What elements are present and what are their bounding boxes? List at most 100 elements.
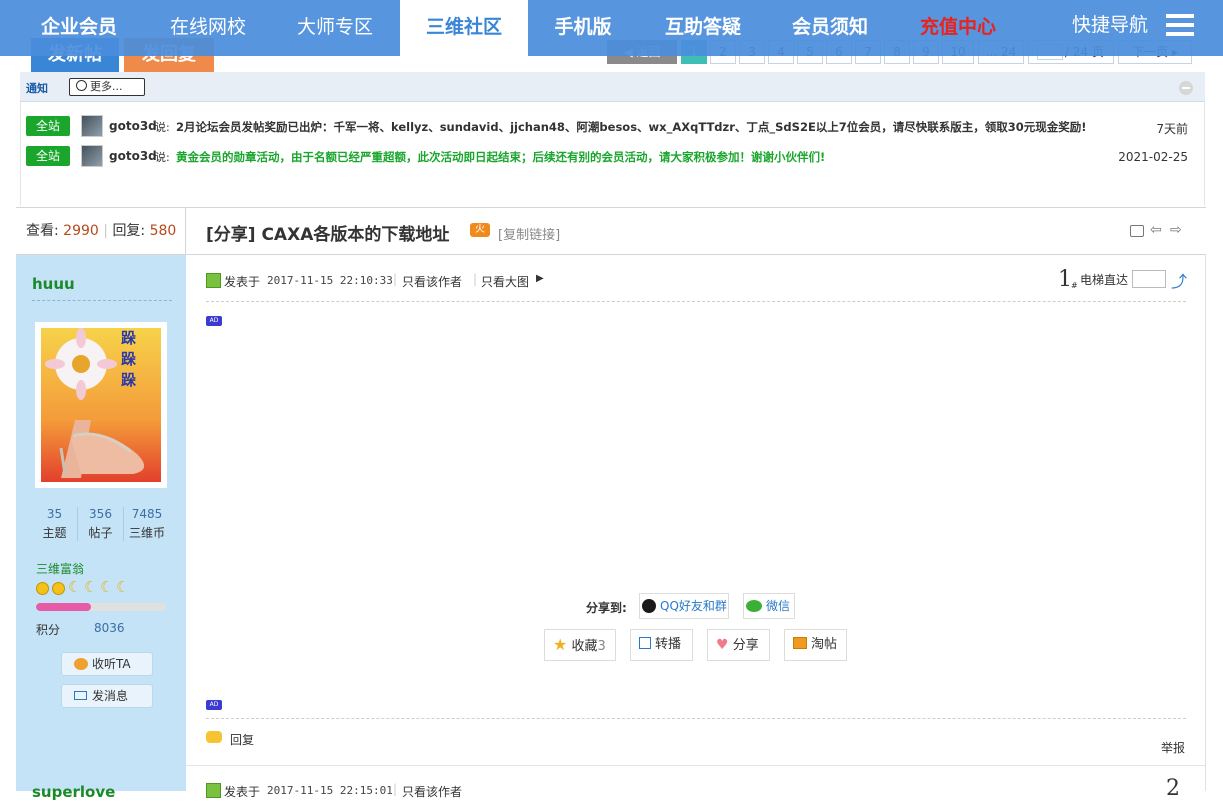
- notice-item: 全站 goto3d 说: 2月论坛会员发帖奖励已出炉：千军一将、kellyz、s…: [21, 114, 1204, 138]
- jump-label: 电梯直达: [1080, 273, 1129, 287]
- stat-threads[interactable]: 35 主题: [32, 507, 78, 541]
- thread-header: 查看: 2990 | 回复: 580 [分享] CAXA各版本的下载地址 火 […: [16, 207, 1206, 255]
- notice-user[interactable]: goto3d: [109, 149, 157, 163]
- repost-button[interactable]: 转播: [630, 629, 693, 661]
- author-online-icon: [206, 273, 221, 288]
- level-progress-fill: [36, 603, 91, 611]
- sun-icon: [52, 582, 65, 595]
- message-button[interactable]: 发消息: [61, 684, 153, 708]
- stat-value: 7485: [131, 507, 163, 521]
- mail-icon: [74, 691, 87, 700]
- stat-coins[interactable]: 7485 三维币: [124, 507, 170, 541]
- follow-label: 收听TA: [92, 657, 131, 671]
- favorite-count: 3: [597, 639, 606, 654]
- reply-link[interactable]: 回复: [230, 731, 254, 748]
- floor-suffix: #: [1071, 281, 1078, 290]
- star-icon: ★: [553, 635, 568, 654]
- share-qq-button[interactable]: QQ好友和群: [639, 593, 729, 619]
- stat-posts[interactable]: 356 帖子: [78, 507, 124, 541]
- menu-icon[interactable]: [1166, 14, 1194, 36]
- nav-master-zone[interactable]: 大师专区: [282, 0, 388, 56]
- notice-tag: 全站: [26, 146, 70, 166]
- views-count: 2990: [63, 223, 99, 239]
- notice-more-button[interactable]: 更多...: [69, 78, 145, 96]
- prev-thread-icon[interactable]: ⇦: [1150, 222, 1162, 238]
- post-date: 2017-11-15 22:10:33: [267, 274, 393, 287]
- author-name[interactable]: huuu: [32, 275, 75, 293]
- ad-badge: AD: [206, 316, 222, 326]
- moon-icon: ☾: [68, 578, 82, 596]
- favorite-button[interactable]: ★ 收藏3: [544, 629, 616, 661]
- next-thread-icon[interactable]: ⇨: [1170, 222, 1182, 238]
- nav-recharge[interactable]: 充值中心: [904, 0, 1012, 56]
- share-button[interactable]: ♥ 分享: [707, 629, 770, 661]
- share-label: 分享: [732, 638, 759, 653]
- replies-count: 580: [149, 223, 177, 239]
- level-icons: ☾ ☾ ☾ ☾: [36, 578, 136, 597]
- thread-stats: 查看: 2990 | 回复: 580: [16, 208, 186, 254]
- thread-title: [分享] CAXA各版本的下载地址: [206, 225, 450, 245]
- share-wechat-button[interactable]: 微信: [743, 593, 795, 619]
- author-stats: 35 主题 356 帖子 7485 三维币: [32, 507, 170, 543]
- collapse-icon[interactable]: [1179, 81, 1193, 95]
- repost-label: 转播: [655, 637, 682, 652]
- avatar: [81, 145, 103, 167]
- avatar-text: 跺跺跺: [121, 329, 137, 389]
- only-author-link[interactable]: 只看该作者: [402, 783, 462, 800]
- print-icon[interactable]: [1130, 225, 1144, 237]
- replies-label: 回复:: [112, 223, 146, 239]
- points-value: 8036: [94, 621, 125, 635]
- nav-member-rules[interactable]: 会员须知: [776, 0, 884, 56]
- notice-says: 说:: [155, 121, 170, 134]
- nav-quick-label[interactable]: 快捷导航: [1060, 0, 1160, 56]
- nav-qa[interactable]: 互助答疑: [648, 0, 758, 56]
- floor-number: 1: [1058, 267, 1072, 292]
- nav-mobile[interactable]: 手机版: [536, 0, 630, 56]
- views-label: 查看:: [26, 223, 59, 239]
- stat-value: 356: [89, 507, 112, 521]
- jump-icon[interactable]: ⤴: [1171, 268, 1187, 292]
- floor-jump-input[interactable]: [1132, 270, 1166, 288]
- follow-icon: [74, 658, 88, 670]
- follow-button[interactable]: 收听TA: [61, 652, 153, 676]
- top-navigation: 企业会员 在线网校 大师专区 三维社区 手机版 互助答疑 会员须知 充值中心 快…: [0, 0, 1223, 56]
- copy-link[interactable]: [复制链接]: [498, 224, 560, 243]
- author-rank[interactable]: 三维富翁: [36, 560, 84, 577]
- author-avatar[interactable]: 跺跺跺: [35, 322, 167, 488]
- points-label: 积分: [36, 623, 61, 637]
- stat-label: 主题: [42, 526, 67, 540]
- moon-icon: ☾: [84, 578, 98, 596]
- notice-says: 说:: [155, 151, 170, 164]
- taotie-label: 淘帖: [811, 637, 838, 652]
- stat-label: 帖子: [88, 526, 113, 540]
- hot-badge-icon: 火: [470, 223, 490, 237]
- report-link[interactable]: 举报: [1161, 739, 1185, 756]
- notice-text[interactable]: 2月论坛会员发帖奖励已出炉：千军一将、kellyz、sundavid、jjcha…: [176, 119, 1101, 135]
- author-sidebar: huuu 跺跺跺 35 主题 356 帖子 7485 三维币 三维富翁 ☾ ☾ …: [16, 255, 186, 801]
- clock-icon: [76, 80, 87, 91]
- reply-icon: [206, 731, 222, 743]
- taotie-button[interactable]: 淘帖: [784, 629, 847, 661]
- share-qq-label: QQ好友和群: [660, 599, 727, 613]
- nav-enterprise[interactable]: 企业会员: [24, 0, 134, 56]
- notice-text[interactable]: 黄金会员的勋章活动，由于名额已经严重超额，此次活动即日起结束；后续还有别的会员活…: [176, 149, 1101, 165]
- box-icon: [793, 637, 807, 649]
- nav-online-school[interactable]: 在线网校: [154, 0, 262, 56]
- notice-more-label: 更多...: [90, 80, 123, 93]
- avatar: [81, 115, 103, 137]
- heart-icon: ♥: [716, 637, 729, 653]
- posted-label: 发表于: [224, 785, 261, 799]
- only-author-link[interactable]: 只看该作者: [402, 273, 462, 290]
- next-post-header: 发表于 2017-11-15 22:15:01 | 只看该作者 2: [186, 765, 1206, 801]
- ad-badge: AD: [206, 700, 222, 710]
- big-images-link[interactable]: 只看大图: [481, 273, 529, 290]
- avatar-image: [41, 328, 161, 482]
- next-author-name[interactable]: superlove: [32, 783, 115, 801]
- favorite-label: 收藏: [571, 639, 598, 654]
- moon-icon: ☾: [100, 578, 114, 596]
- nav-3d-community[interactable]: 三维社区: [400, 0, 528, 56]
- share-wechat-label: 微信: [766, 599, 791, 613]
- triangle-right-icon: ▶: [536, 273, 544, 284]
- notice-time: 2021-02-25: [1118, 150, 1188, 164]
- notice-user[interactable]: goto3d: [109, 119, 157, 133]
